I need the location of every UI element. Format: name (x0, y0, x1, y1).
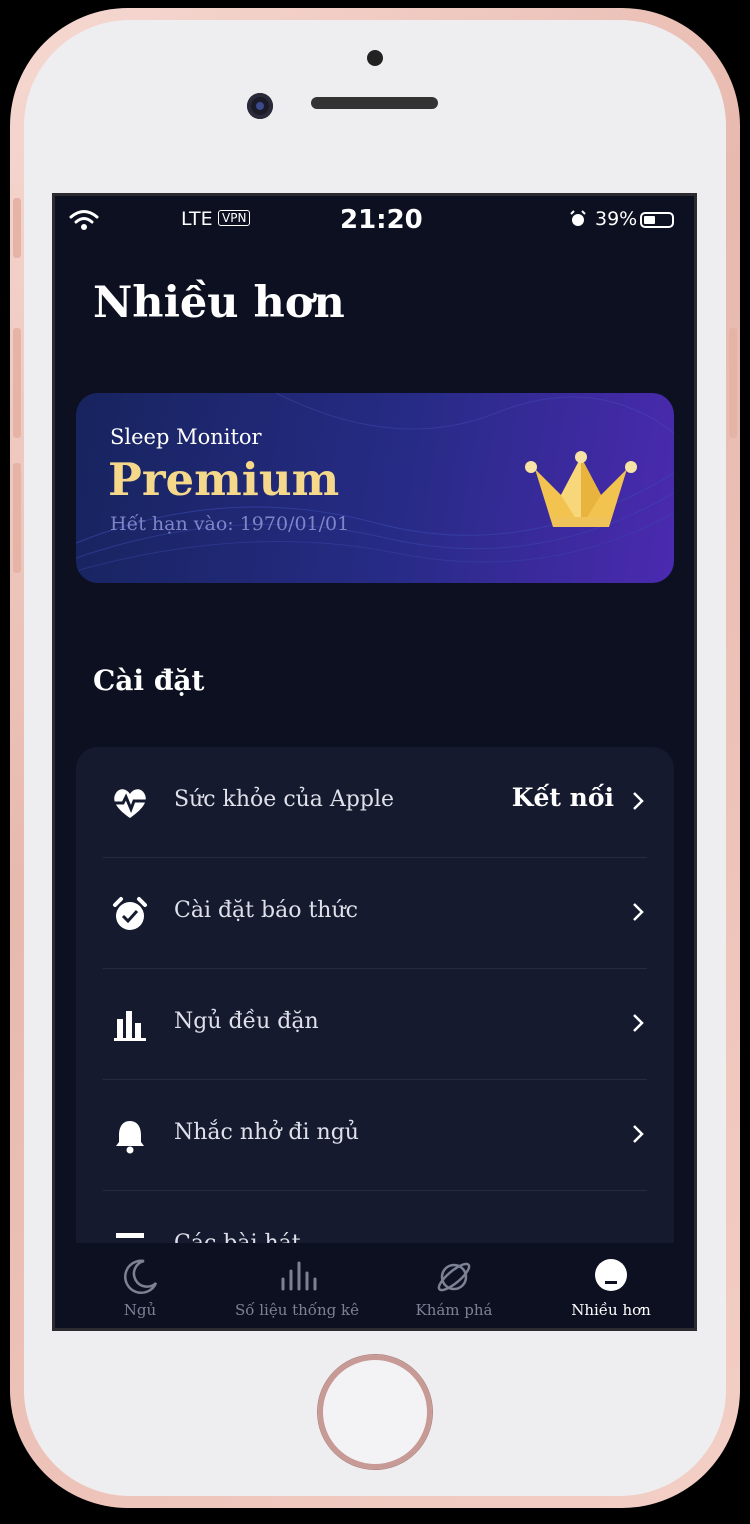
lamp-icon (595, 1259, 627, 1291)
settings-row-alarm[interactable]: Cài đặt báo thức (76, 858, 674, 969)
settings-row-apple-health[interactable]: Sức khỏe của Apple Kết nối (76, 747, 674, 858)
row-label: Cài đặt báo thức (174, 898, 358, 923)
home-button[interactable] (318, 1355, 432, 1469)
alarm-status-icon (570, 210, 586, 226)
screen: LTE VPN 21:20 39% Nhiều hơn Sleep Monito… (52, 193, 697, 1331)
alarm-clock-icon (113, 897, 147, 930)
chevron-right-icon (633, 903, 644, 921)
bell-icon (116, 1121, 144, 1154)
front-camera (247, 93, 273, 119)
vpn-badge: VPN (218, 210, 251, 226)
crown-icon (525, 451, 637, 527)
settings-card: Sức khỏe của Apple Kết nối Cài đặt báo t… (76, 747, 674, 1307)
tab-label: Ngủ (123, 1301, 157, 1319)
wifi-icon (69, 210, 99, 230)
chevron-right-icon (633, 1125, 644, 1143)
settings-row-regular-sleep[interactable]: Ngủ đều đặn (76, 969, 674, 1080)
carrier-label: LTE (181, 208, 213, 230)
mute-switch (13, 198, 21, 258)
row-label: Ngủ đều đặn (174, 1009, 319, 1034)
stats-icon (281, 1261, 317, 1291)
bar-chart-icon (114, 1011, 146, 1041)
battery-percent: 39% (595, 208, 638, 230)
chevron-right-icon (633, 792, 644, 810)
planet-icon (437, 1262, 471, 1292)
settings-row-bedtime-reminder[interactable]: Nhắc nhở đi ngủ (76, 1080, 674, 1191)
connect-value: Kết nối (511, 783, 614, 812)
heart-pulse-icon (113, 789, 147, 818)
premium-app-name: Sleep Monitor (110, 425, 262, 449)
tab-statistics[interactable]: Số liệu thống kê (222, 1243, 372, 1319)
premium-tier: Premium (108, 453, 340, 506)
clock: 21:20 (340, 205, 423, 235)
power-button (729, 328, 737, 438)
tab-label: Số liệu thống kê (235, 1301, 359, 1319)
premium-expiry: Hết hạn vào: 1970/01/01 (110, 513, 350, 535)
earpiece-speaker (311, 97, 438, 109)
row-label: Sức khỏe của Apple (174, 787, 395, 812)
settings-heading: Cài đặt (93, 664, 205, 697)
tab-explore[interactable]: Khám phá (379, 1243, 529, 1319)
premium-banner[interactable]: Sleep Monitor Premium Hết hạn vào: 1970/… (76, 393, 674, 583)
tab-bar: Ngủ Số liệu thống kê Khám phá Nhiều hơn (55, 1243, 694, 1328)
page-title: Nhiều hơn (93, 278, 345, 328)
row-label: Nhắc nhở đi ngủ (174, 1120, 359, 1145)
volume-up-button (13, 328, 21, 438)
tab-label: Nhiều hơn (571, 1301, 651, 1319)
moon-icon (124, 1259, 158, 1294)
battery-icon (640, 212, 674, 228)
chevron-right-icon (633, 1014, 644, 1032)
tab-more[interactable]: Nhiều hơn (536, 1243, 686, 1319)
volume-down-button (13, 463, 21, 573)
tab-sleep[interactable]: Ngủ (65, 1243, 215, 1319)
tab-label: Khám phá (415, 1301, 493, 1319)
proximity-sensor (367, 50, 383, 66)
status-bar: LTE VPN 21:20 39% (55, 196, 694, 246)
